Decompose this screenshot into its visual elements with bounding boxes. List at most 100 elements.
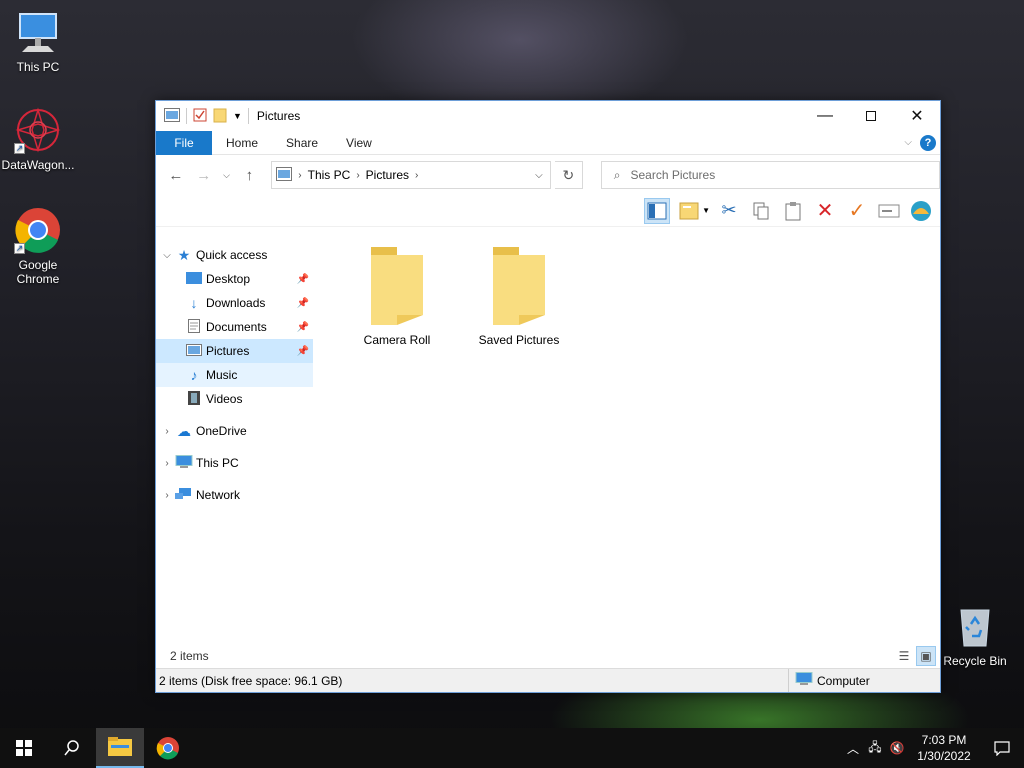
up-button[interactable]: ↑ <box>237 163 261 187</box>
chevron-right-icon[interactable]: › <box>160 458 174 469</box>
nav-item-documents[interactable]: Documents 📌 <box>156 315 313 339</box>
folder-icon <box>491 245 547 327</box>
minimize-button[interactable]: — <box>802 101 848 131</box>
forward-button[interactable]: → <box>192 163 216 187</box>
folder-item[interactable]: Camera Roll <box>347 245 447 347</box>
chevron-right-icon[interactable]: › <box>160 490 174 501</box>
volume-button[interactable]: 🔇 <box>886 741 908 755</box>
computer-icon <box>174 454 194 472</box>
navigation-pane: ⌵ ★ Quick access Desktop 📌 ↓ Downloads 📌… <box>156 229 313 644</box>
folder-name: Camera Roll <box>363 333 431 347</box>
nav-network[interactable]: › Network <box>156 483 313 507</box>
copy-button[interactable] <box>748 198 774 224</box>
chevron-down-icon: ⌵ <box>223 169 230 180</box>
pin-icon[interactable]: 📌 <box>297 322 309 333</box>
quick-access-toolbar: ▼ <box>164 107 249 126</box>
nav-item-desktop[interactable]: Desktop 📌 <box>156 267 313 291</box>
paste-button[interactable] <box>780 198 806 224</box>
maximize-button[interactable] <box>848 101 894 131</box>
nav-label: Quick access <box>196 248 268 262</box>
action-center-button[interactable] <box>980 740 1024 756</box>
navigation-pane-button[interactable] <box>644 197 671 224</box>
desktop-icon-label: This PC <box>16 60 60 74</box>
star-icon: ★ <box>177 246 191 263</box>
folder-item[interactable]: Saved Pictures <box>469 245 569 347</box>
refresh-button[interactable]: ↻ <box>554 161 583 189</box>
nav-item-music[interactable]: ♪ Music <box>156 363 313 387</box>
search-box[interactable]: ⌕ <box>600 161 940 189</box>
close-button[interactable]: ✕ <box>894 101 940 131</box>
pin-icon[interactable]: 📌 <box>297 346 309 357</box>
network-icon <box>174 487 194 504</box>
address-dropdown-icon[interactable]: ⌵ <box>528 170 550 181</box>
delete-button[interactable]: ✕ <box>812 198 838 224</box>
recent-locations-button[interactable]: ⌵ <box>220 163 234 187</box>
shell-button[interactable] <box>908 198 934 224</box>
content-area: ⌵ ★ Quick access Desktop 📌 ↓ Downloads 📌… <box>156 229 940 644</box>
new-folder-icon[interactable] <box>213 107 227 126</box>
nav-item-downloads[interactable]: ↓ Downloads 📌 <box>156 291 313 315</box>
breadcrumb-pictures[interactable]: Pictures <box>366 168 409 182</box>
large-icons-view-button[interactable]: ▣ <box>916 646 936 666</box>
search-button[interactable] <box>48 728 96 768</box>
status-text: 2 items (Disk free space: 96.1 GB) <box>159 673 343 688</box>
chevron-right-icon[interactable]: › <box>160 426 174 437</box>
tab-file[interactable]: File <box>156 130 212 155</box>
rename-button[interactable] <box>876 198 902 224</box>
chevron-down-icon[interactable]: ▼ <box>702 206 710 215</box>
tab-home[interactable]: Home <box>212 131 272 155</box>
scissors-icon: ✂ <box>721 200 737 220</box>
desktop-icon-label: DataWagon... <box>1 158 75 172</box>
customize-dropdown-icon[interactable]: ▼ <box>233 111 242 121</box>
properties-icon[interactable] <box>193 108 207 125</box>
network-status-button[interactable]: 🖧 <box>864 738 886 759</box>
show-hidden-icons-button[interactable]: ︿ <box>842 740 864 757</box>
pin-icon[interactable]: 📌 <box>297 274 309 285</box>
cloud-icon: ☁ <box>177 422 191 439</box>
clock[interactable]: 7:03 PM 1/30/2022 <box>908 732 980 764</box>
start-button[interactable] <box>0 728 48 768</box>
nav-this-pc[interactable]: › This PC <box>156 451 313 475</box>
desktop-icon-recycle-bin[interactable]: Recycle Bin <box>937 602 1013 668</box>
copy-icon <box>753 202 769 219</box>
pane-layout-icon <box>647 202 667 219</box>
nav-item-pictures[interactable]: Pictures 📌 <box>156 339 313 363</box>
chevron-right-icon[interactable]: › <box>415 170 418 181</box>
breadcrumb-this-pc[interactable]: This PC <box>308 168 351 182</box>
toolbar: ▼ ✂ ✕ ✓ <box>156 195 940 227</box>
desktop-icon-this-pc[interactable]: This PC <box>0 8 76 74</box>
search-input[interactable] <box>630 168 911 182</box>
folder-name: Saved Pictures <box>478 333 560 347</box>
nav-item-videos[interactable]: Videos <box>156 387 313 411</box>
desktop-icon-chrome[interactable]: ↗ Google Chrome <box>0 206 76 286</box>
desktop-icon-datawagon[interactable]: ↗ DataWagon... <box>0 106 76 172</box>
nav-quick-access[interactable]: ⌵ ★ Quick access <box>156 243 313 267</box>
chrome-icon <box>156 737 179 760</box>
nav-label: Desktop <box>206 272 251 286</box>
shell-icon <box>911 200 931 221</box>
help-button[interactable]: ? <box>920 134 936 151</box>
expand-ribbon-icon[interactable]: ⌵ <box>904 137 912 148</box>
file-explorer-icon <box>108 737 132 756</box>
pin-icon[interactable]: 📌 <box>297 298 309 309</box>
details-list-icon: ☰ <box>898 649 910 663</box>
back-button[interactable]: ← <box>164 163 188 187</box>
item-count: 2 items <box>170 649 209 663</box>
desktop-icon-label: Google Chrome <box>16 258 60 286</box>
view-options-button[interactable] <box>676 198 702 224</box>
desktop-folder-icon <box>184 271 204 288</box>
nav-onedrive[interactable]: › ☁ OneDrive <box>156 419 313 443</box>
chevron-right-icon[interactable]: › <box>356 170 359 181</box>
address-bar[interactable]: › This PC › Pictures › ⌵ <box>271 161 551 189</box>
chevron-down-icon[interactable]: ⌵ <box>160 250 174 261</box>
taskbar-chrome[interactable] <box>144 728 192 768</box>
chevron-right-icon[interactable]: › <box>298 170 301 181</box>
tab-share[interactable]: Share <box>272 131 332 155</box>
taskbar-file-explorer[interactable] <box>96 728 144 768</box>
details-view-button[interactable]: ☰ <box>894 646 914 666</box>
cut-button[interactable]: ✂ <box>716 198 742 224</box>
properties-button[interactable]: ✓ <box>844 198 870 224</box>
nav-label: Videos <box>206 392 243 406</box>
datawagon-icon: ↗ <box>14 106 62 154</box>
tab-view[interactable]: View <box>332 131 386 155</box>
